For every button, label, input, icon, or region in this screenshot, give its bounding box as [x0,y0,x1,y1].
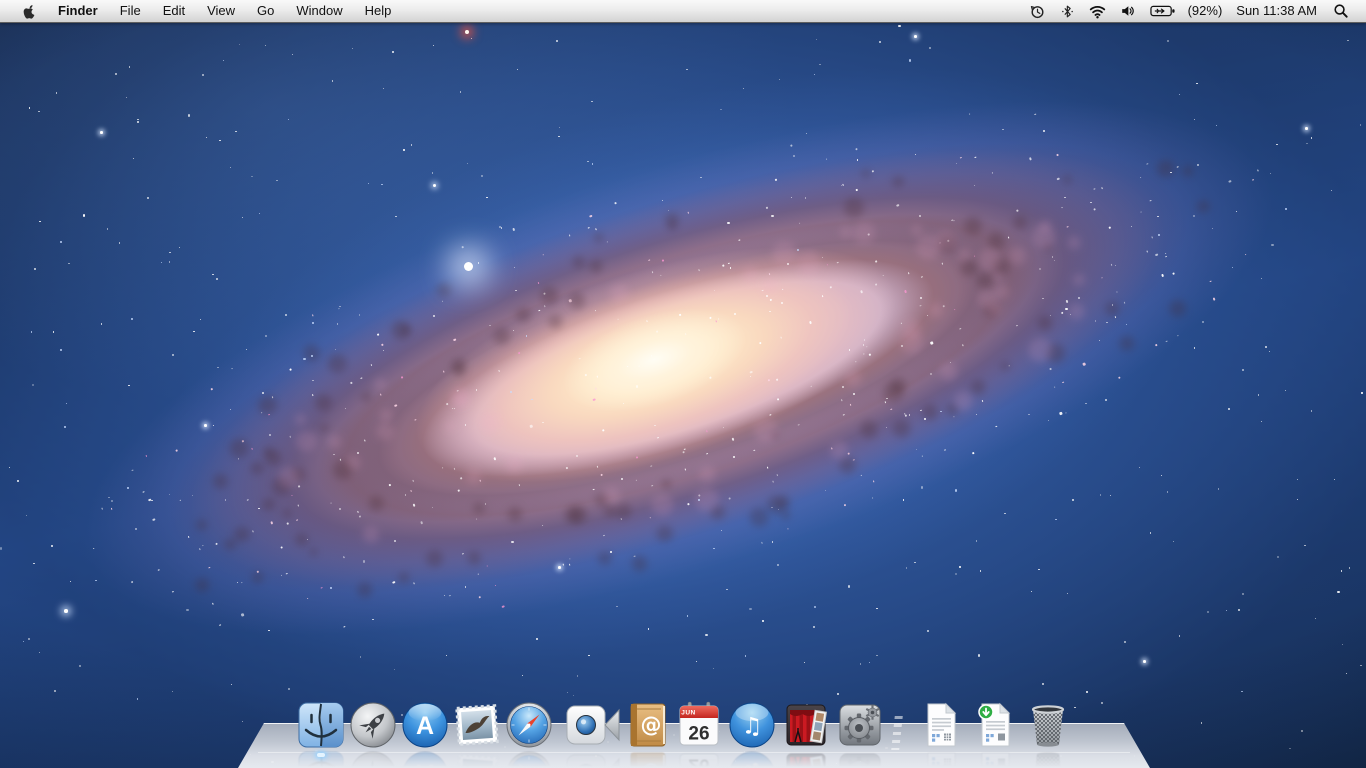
dock-contacts-reflection: @ [624,750,672,768]
menu-view[interactable]: View [196,0,246,22]
menu-window[interactable]: Window [285,0,353,22]
dock-safari-reflection [505,750,553,768]
apple-menu-icon[interactable] [12,0,47,22]
dock-appstore-reflection: A [401,750,449,768]
desktop: Finder FileEditViewGoWindowHelp (92%) Su… [0,0,1366,768]
menu-bar: Finder FileEditViewGoWindowHelp (92%) Su… [0,0,1366,23]
dock-document-download[interactable] [971,701,1019,749]
wifi-icon[interactable] [1082,0,1113,22]
bluetooth-icon[interactable] [1053,0,1082,22]
svg-text:@: @ [641,762,662,768]
battery-percent: (92%) [1183,0,1228,22]
dock-mail[interactable] [453,701,501,749]
wallpaper-andromeda [0,0,1366,768]
dock-itunes[interactable]: ♫ [728,701,776,749]
dock-finder[interactable] [297,701,345,749]
svg-text:26: 26 [688,755,709,768]
dock-facetime-reflection [564,750,622,768]
dock-itunes-reflection: ♫ [728,750,776,768]
spotlight-icon[interactable] [1326,0,1356,22]
battery-icon[interactable] [1143,0,1183,22]
finder-running-indicator [317,753,325,757]
dock-photobooth-reflection [782,750,830,768]
dock-contacts[interactable]: @ [624,701,672,749]
menu-clock[interactable]: Sun 11:38 AM [1227,0,1326,22]
dock-trash[interactable] [1024,701,1072,749]
dock-ical-reflection: JUN 26 [675,750,723,768]
dock-launchpad-reflection [349,750,397,768]
vignette [0,0,1366,768]
svg-text:26: 26 [688,724,709,745]
dock-photobooth[interactable] [782,701,830,749]
dock-mail-reflection [453,750,501,768]
dock-launchpad[interactable] [349,701,397,749]
menu-finder[interactable]: Finder [47,0,109,22]
dock-facetime[interactable] [564,701,622,749]
menu-file[interactable]: File [109,0,152,22]
dock-sysprefs-reflection [836,750,884,768]
svg-text:♫: ♫ [742,760,763,768]
svg-text:JUN: JUN [681,710,696,717]
svg-text:A: A [416,759,434,768]
volume-icon[interactable] [1113,0,1143,22]
menu-edit[interactable]: Edit [152,0,196,22]
time-machine-icon[interactable] [1022,0,1053,22]
dock-trash-reflection [1024,750,1072,768]
svg-text:@: @ [641,713,662,737]
dock-reflections: A @ JUN 26 ♫ [0,750,1366,768]
dock-appstore[interactable]: A [401,701,449,749]
menu-help[interactable]: Help [354,0,403,22]
dock-document-reflection [917,750,965,768]
dock-document-download-reflection [971,750,1019,768]
dock-document[interactable] [917,701,965,749]
dock-safari[interactable] [505,701,553,749]
dock-ical[interactable]: JUN 26 [675,701,723,749]
dock-sysprefs[interactable] [836,701,884,749]
menu-go[interactable]: Go [246,0,285,22]
